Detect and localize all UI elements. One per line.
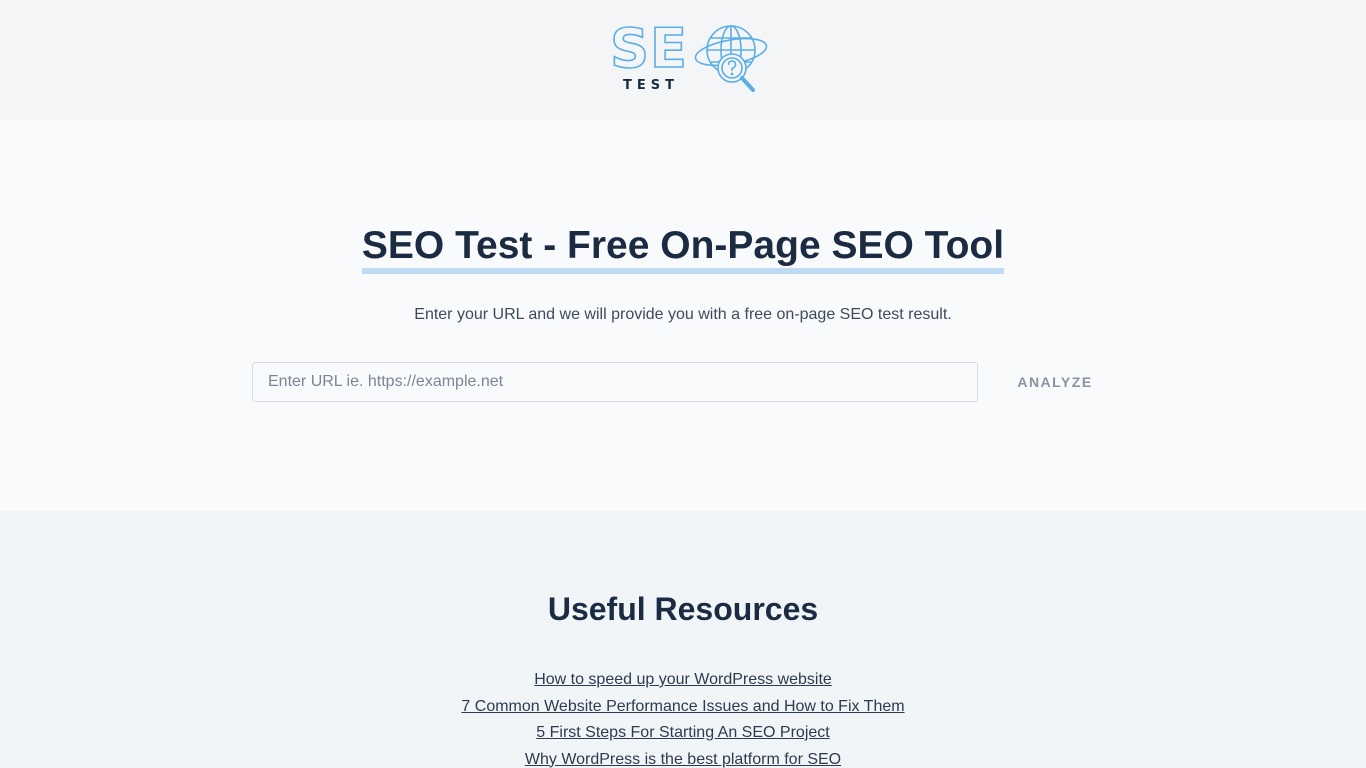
resource-link[interactable]: Why WordPress is the best platform for S… (525, 751, 841, 768)
page-title: SEO Test - Free On-Page SEO Tool (361, 224, 1005, 274)
url-input[interactable] (252, 362, 978, 402)
resources-title: Useful Resources (547, 591, 819, 627)
resource-link[interactable]: How to speed up your WordPress website (534, 671, 832, 688)
resources-section: Useful Resources How to speed up your Wo… (0, 511, 1366, 768)
analyze-button[interactable]: ANALYZE (978, 362, 1132, 402)
list-item: Why WordPress is the best platform for S… (0, 747, 1366, 768)
logo-wordmark: SE TEST (609, 20, 688, 93)
site-logo[interactable]: SE TEST (609, 20, 772, 101)
list-item: How to speed up your WordPress website (0, 667, 1366, 694)
resource-link[interactable]: 5 First Steps For Starting An SEO Projec… (536, 724, 829, 741)
logo-se-text: SE (609, 16, 688, 80)
resource-list: How to speed up your WordPress website 7… (0, 667, 1366, 768)
page-subtitle: Enter your URL and we will provide you w… (414, 306, 952, 323)
list-item: 7 Common Website Performance Issues and … (0, 694, 1366, 721)
resource-link[interactable]: 7 Common Website Performance Issues and … (461, 698, 904, 715)
hero-section: SEO Test - Free On-Page SEO Tool Enter y… (0, 120, 1366, 511)
globe-magnifier-question-icon (694, 20, 772, 101)
logo-test-text: TEST (623, 77, 679, 93)
site-header: SE TEST (0, 0, 1366, 120)
analyze-form: ANALYZE (0, 362, 1366, 402)
list-item: 5 First Steps For Starting An SEO Projec… (0, 720, 1366, 747)
